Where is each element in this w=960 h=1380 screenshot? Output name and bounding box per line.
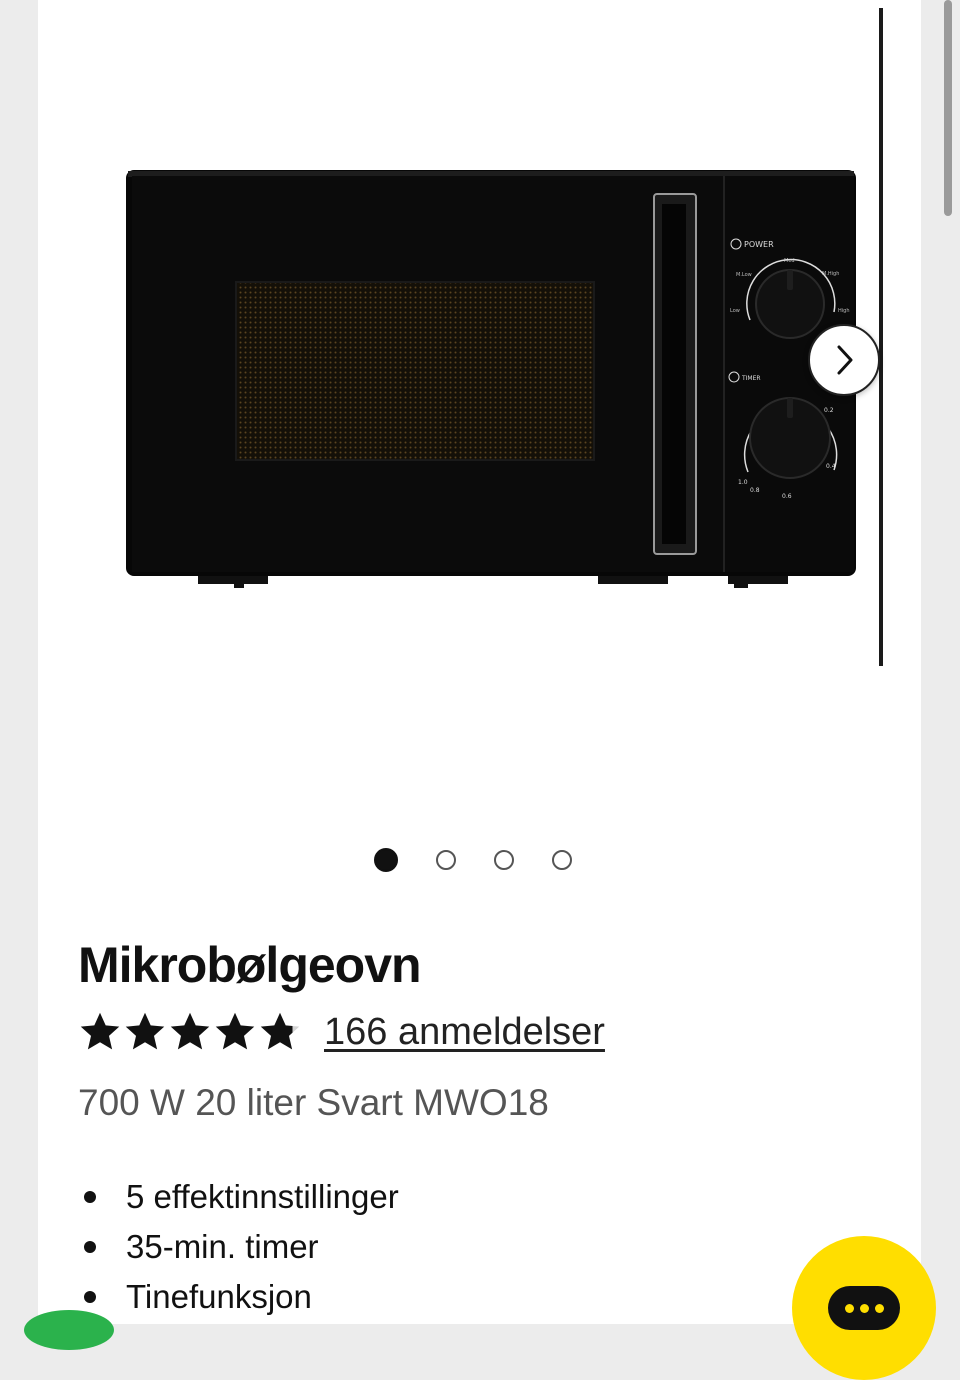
product-title: Mikrobølgeovn xyxy=(78,937,422,993)
svg-text:Low: Low xyxy=(730,308,740,314)
green-badge[interactable] xyxy=(24,1310,114,1350)
feature-item: Tinefunksjon xyxy=(78,1272,399,1322)
carousel-dot[interactable] xyxy=(436,850,456,870)
svg-text:0.2: 0.2 xyxy=(824,407,834,414)
reviews-link[interactable]: 166 anmeldelser xyxy=(324,1011,605,1054)
star-icon xyxy=(215,1012,255,1050)
bullet-icon xyxy=(84,1241,96,1253)
svg-text:1.0: 1.0 xyxy=(738,479,748,486)
next-image-edge xyxy=(879,8,883,666)
microwave-image: POWER Med M.Low M.High Low High TIMER 0.… xyxy=(126,170,856,588)
svg-text:0.4: 0.4 xyxy=(826,463,836,470)
chat-bubble-icon xyxy=(828,1286,900,1330)
scrollbar[interactable] xyxy=(944,0,952,216)
svg-text:M.Low: M.Low xyxy=(736,272,752,278)
chevron-right-icon xyxy=(837,345,853,375)
feature-item: 5 effektinnstillinger xyxy=(78,1172,399,1222)
svg-text:High: High xyxy=(838,308,850,314)
bullet-icon xyxy=(84,1291,96,1303)
star-rating xyxy=(78,1010,302,1054)
star-icon xyxy=(125,1012,165,1050)
chat-button[interactable] xyxy=(792,1236,936,1380)
star-icon xyxy=(80,1012,120,1050)
svg-text:0.8: 0.8 xyxy=(750,487,760,494)
product-subtitle: 700 W 20 liter Svart MWO18 xyxy=(78,1082,549,1123)
carousel-dot[interactable] xyxy=(374,848,398,872)
star-icon xyxy=(170,1012,210,1050)
product-card: POWER Med M.Low M.High Low High TIMER 0.… xyxy=(38,0,921,1324)
feature-text: 35-min. timer xyxy=(126,1228,319,1265)
carousel-indicator xyxy=(374,848,572,872)
timer-label: TIMER xyxy=(741,375,761,382)
product-rating[interactable]: 166 anmeldelser xyxy=(78,1010,605,1054)
star-half-icon xyxy=(260,1012,300,1050)
product-image-gallery[interactable]: POWER Med M.Low M.High Low High TIMER 0.… xyxy=(38,0,921,820)
next-image-button[interactable] xyxy=(808,324,880,396)
feature-list: 5 effektinnstillinger 35-min. timer Tine… xyxy=(78,1172,399,1322)
carousel-dot[interactable] xyxy=(552,850,572,870)
power-label: POWER xyxy=(744,240,774,249)
feature-text: Tinefunksjon xyxy=(126,1278,312,1315)
feature-text: 5 effektinnstillinger xyxy=(126,1178,399,1215)
svg-text:0.6: 0.6 xyxy=(782,493,792,500)
bullet-icon xyxy=(84,1191,96,1203)
feature-item: 35-min. timer xyxy=(78,1222,399,1272)
carousel-dot[interactable] xyxy=(494,850,514,870)
